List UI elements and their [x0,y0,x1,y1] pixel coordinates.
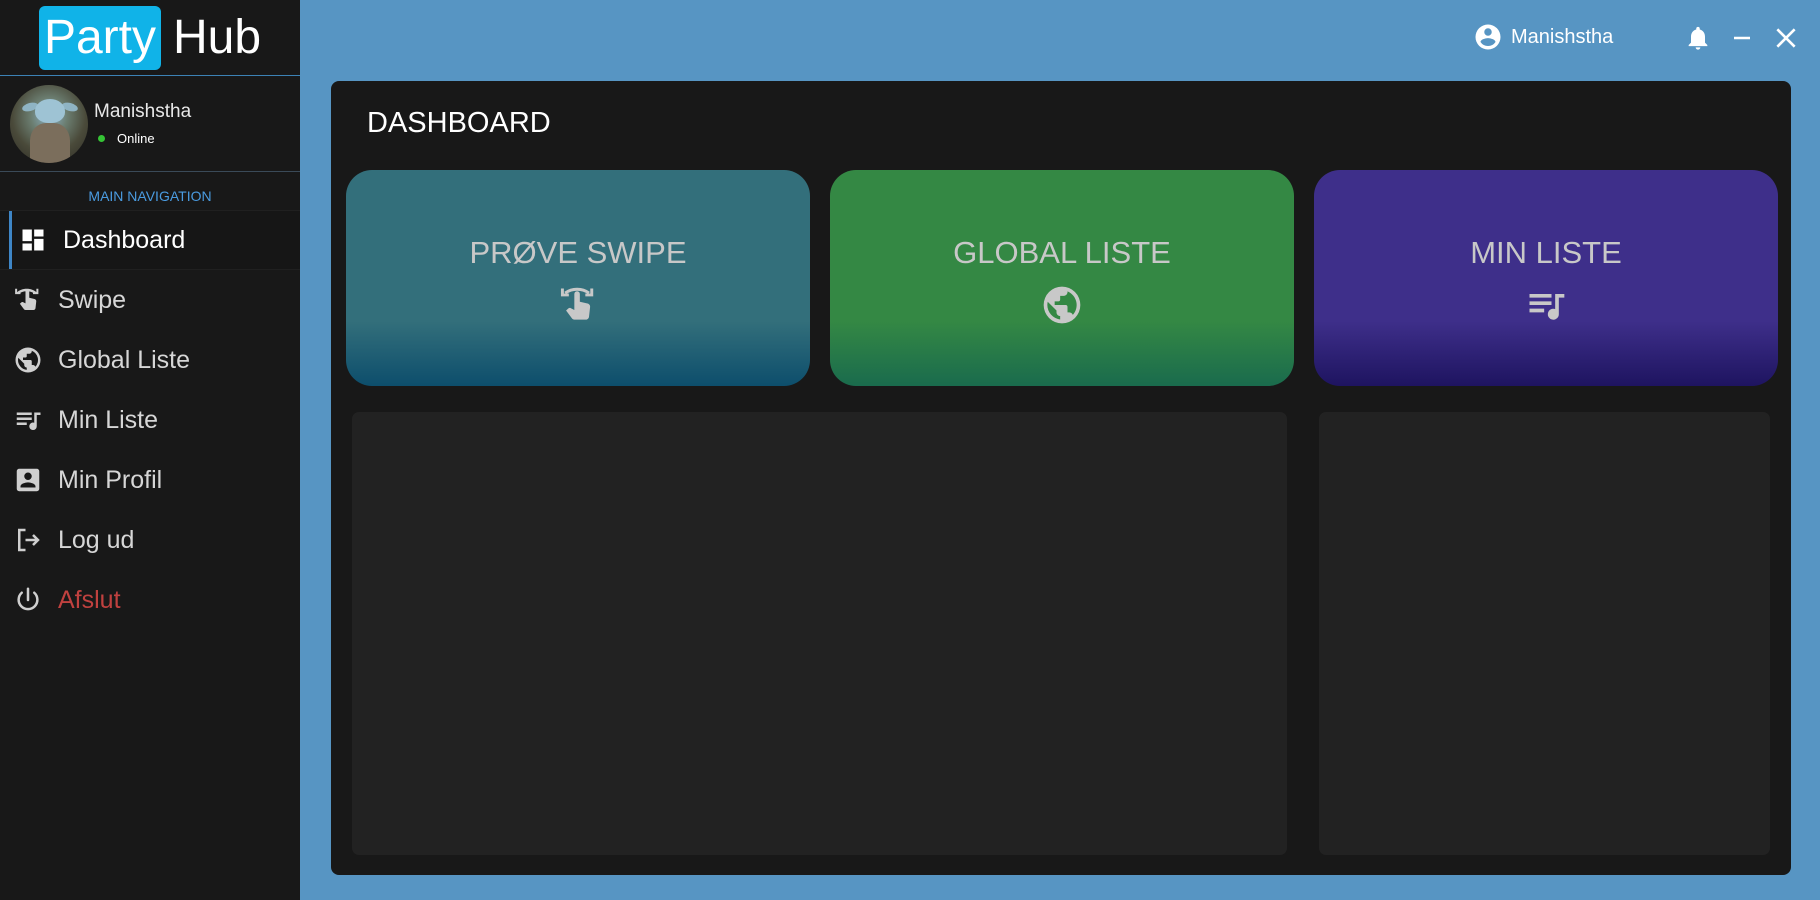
sidebar-item-label: Dashboard [63,225,186,254]
card-prove-swipe[interactable]: PRØVE SWIPE [346,170,810,386]
card-label: GLOBAL LISTE [953,235,1171,270]
sidebar-item-swipe[interactable]: Swipe [0,270,300,330]
bell-icon [1688,26,1708,50]
sidebar-item-label: Min Profil [58,465,163,494]
sidebar-item-label: Min Liste [58,405,159,434]
power-icon [12,584,44,616]
sidebar-item-afslut[interactable]: Afslut [0,570,300,630]
dashboard-icon [17,224,49,256]
profile-card-icon [12,464,44,496]
swipe-icon [12,284,44,316]
sidebar-item-log-ud[interactable]: Log ud [0,510,300,570]
window-controls [1682,22,1814,54]
app-logo: Party Hub [0,0,300,76]
card-label: PRØVE SWIPE [469,235,687,270]
sidebar-item-min-liste[interactable]: Min Liste [0,390,300,450]
playlist-icon [12,404,44,436]
main-navigation: Dashboard Swipe Global Liste Min Liste M… [0,210,300,630]
user-profile: Manishstha Online [0,76,300,172]
nav-heading: MAIN NAVIGATION [88,188,212,204]
profile-name: Manishstha [94,101,192,122]
close-button[interactable] [1770,22,1802,54]
status-indicator: Online [94,131,191,146]
card-global-liste[interactable]: GLOBAL LISTE [830,170,1294,386]
topbar-username: Manishstha [1511,25,1614,48]
sidebar-item-min-profil[interactable]: Min Profil [0,450,300,510]
sidebar-item-dashboard[interactable]: Dashboard [0,210,300,270]
card-label: MIN LISTE [1470,235,1622,270]
content-panel-right [1319,412,1770,855]
page-title: DASHBOARD [367,107,551,139]
logo-part-party: Party [38,5,161,70]
notifications-button[interactable] [1682,22,1714,54]
globe-icon [1043,286,1081,324]
sidebar-item-label: Swipe [58,285,127,314]
online-dot-icon [98,135,105,142]
logo-part-hub: Hub [172,10,262,64]
status-label: Online [117,131,155,146]
playlist-icon [1529,294,1565,320]
sidebar-item-label: Global Liste [58,345,191,374]
logout-icon [12,524,44,556]
user-circle-icon [1475,24,1501,50]
avatar[interactable] [10,84,88,163]
content-panel-left [352,412,1287,855]
swipe-icon [560,287,594,320]
globe-icon [12,344,44,376]
card-min-liste[interactable]: MIN LISTE [1314,170,1778,386]
minimize-button[interactable] [1726,22,1758,54]
minimize-icon [1734,36,1750,40]
main-content: DASHBOARD PRØVE SWIPE GLOBAL LISTE MIN L… [331,81,1791,875]
close-icon [1776,28,1796,48]
sidebar: Party Hub Manishstha Online MAIN NAVIGAT… [0,0,300,900]
topbar-user-menu[interactable]: Manishstha [1473,22,1613,52]
sidebar-item-global-liste[interactable]: Global Liste [0,330,300,390]
sidebar-item-label: Afslut [58,585,121,614]
sidebar-item-label: Log ud [58,525,135,554]
